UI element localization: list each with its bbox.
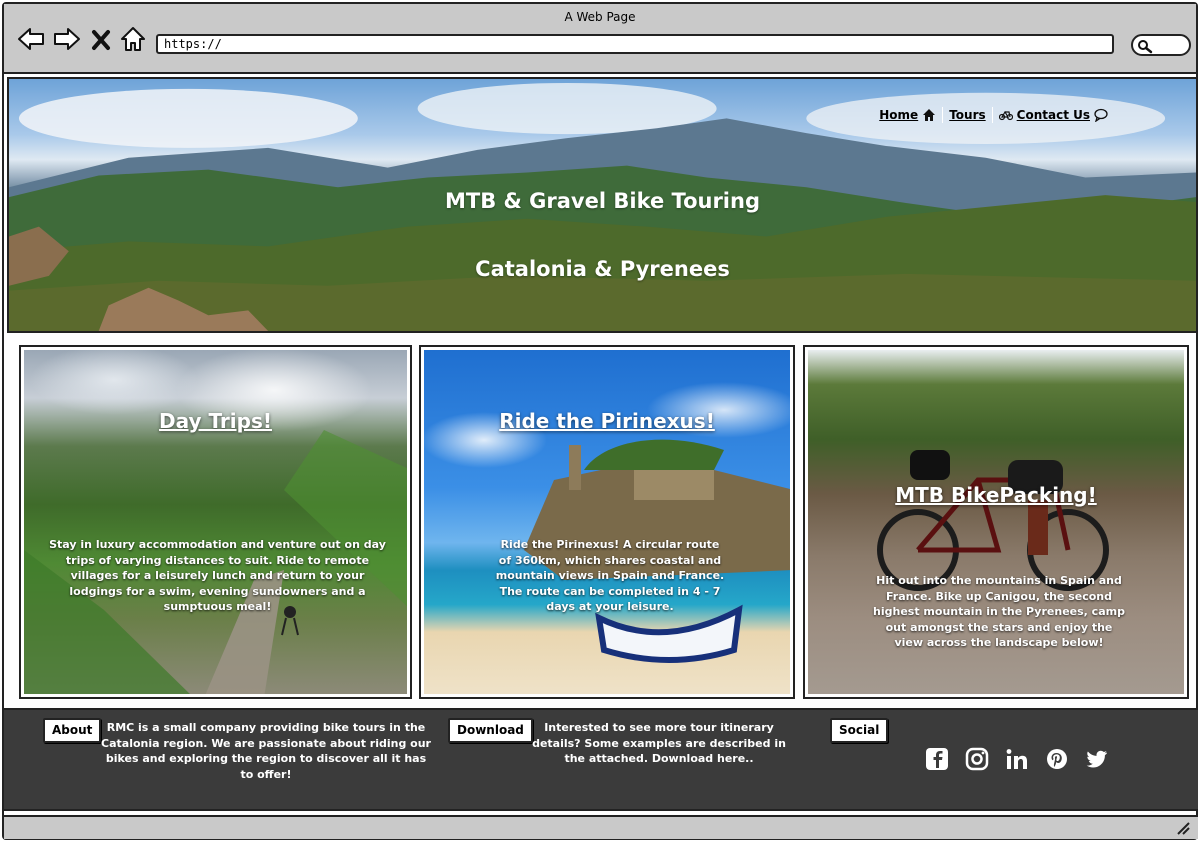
- card-bikepacking[interactable]: MTB BikePacking! Hit out into the mounta…: [803, 345, 1189, 699]
- forward-arrow-icon[interactable]: [52, 24, 82, 54]
- instagram-icon[interactable]: [964, 746, 990, 772]
- card-heading[interactable]: Day Trips!: [21, 409, 410, 433]
- nav-divider: [991, 107, 993, 123]
- hero-title: MTB & Gravel Bike Touring: [445, 189, 760, 213]
- tour-cards: Day Trips! Stay in luxury accommodation …: [7, 335, 1198, 707]
- browser-search-field[interactable]: [1131, 34, 1191, 56]
- nav-link-home[interactable]: Home: [879, 108, 918, 122]
- bicycle-icon: [998, 108, 1013, 122]
- download-text: Interested to see more tour itinerary de…: [532, 721, 786, 765]
- url-input[interactable]: https://: [156, 34, 1114, 54]
- card-pirinexus[interactable]: Ride the Pirinexus! Ride the Pirinexus! …: [419, 345, 795, 699]
- resize-grip-icon[interactable]: [1176, 821, 1190, 835]
- nav-link-tours[interactable]: Tours: [949, 108, 985, 122]
- facebook-icon[interactable]: [924, 746, 950, 772]
- card-heading[interactable]: Ride the Pirinexus!: [421, 409, 793, 433]
- mountain-trail-image: [23, 349, 408, 695]
- hero-subtitle: Catalonia & Pyrenees: [475, 257, 730, 281]
- page-footer: About RMC is a small company providing b…: [4, 708, 1198, 811]
- main-navigation: Home Tours Contact Us: [879, 107, 1108, 123]
- nav-link-contact[interactable]: Contact Us: [1017, 108, 1090, 122]
- download-button[interactable]: Download: [448, 718, 533, 743]
- hero-banner: Home Tours Contact Us MTB & Gravel Bike …: [7, 77, 1198, 333]
- card-description: Stay in luxury accommodation and venture…: [49, 538, 386, 613]
- coastal-castle-image: [423, 349, 791, 695]
- card-description: Hit out into the mountains in Spain and …: [873, 574, 1125, 649]
- window-title: A Web Page: [564, 10, 636, 24]
- nav-divider: [942, 107, 944, 123]
- twitter-icon[interactable]: [1084, 746, 1110, 772]
- pinterest-icon[interactable]: [1044, 746, 1070, 772]
- social-links: [924, 746, 1110, 772]
- back-arrow-icon[interactable]: [16, 24, 46, 54]
- home-icon: [922, 108, 936, 122]
- close-icon[interactable]: [90, 24, 112, 54]
- card-day-trips[interactable]: Day Trips! Stay in luxury accommodation …: [19, 345, 412, 699]
- about-text: RMC is a small company providing bike to…: [101, 721, 431, 781]
- about-label: About: [43, 718, 102, 743]
- browser-status-bar: [4, 815, 1198, 839]
- linkedin-icon[interactable]: [1004, 746, 1030, 772]
- speech-bubble-icon: [1094, 108, 1108, 123]
- search-icon: [1138, 40, 1153, 54]
- card-heading[interactable]: MTB BikePacking!: [805, 483, 1187, 507]
- browser-window: A Web Page https:// Home Tours Contact U…: [2, 2, 1198, 840]
- browser-toolbar: A Web Page https://: [4, 4, 1196, 74]
- social-label: Social: [830, 718, 889, 743]
- home-icon[interactable]: [119, 24, 147, 54]
- card-description: Ride the Pirinexus! A circular route of …: [495, 538, 725, 613]
